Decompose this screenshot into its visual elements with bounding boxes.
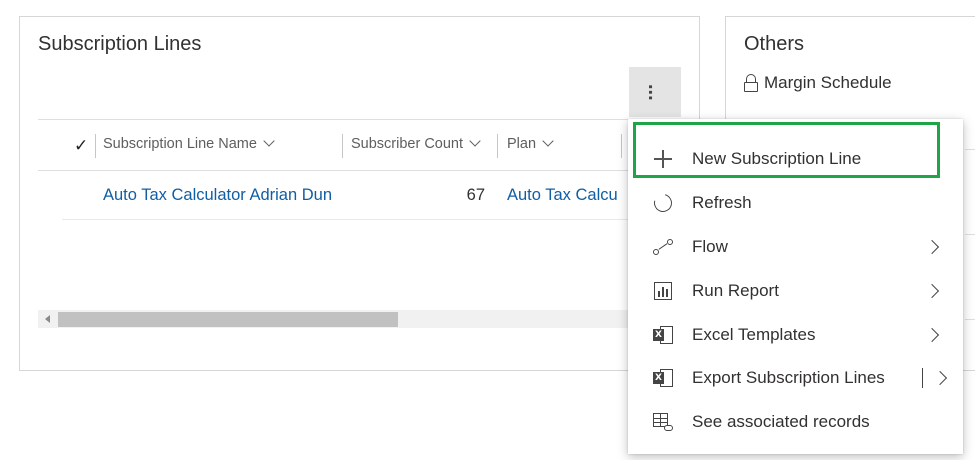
menu-item-label: Excel Templates xyxy=(692,325,816,344)
more-commands-button[interactable]: ... xyxy=(629,67,681,117)
plus-icon xyxy=(652,148,674,170)
subscriber-count-cell: 67 xyxy=(466,186,485,204)
report-icon xyxy=(652,280,674,302)
scroll-left-icon[interactable] xyxy=(45,315,50,323)
chevron-right-icon xyxy=(924,327,940,343)
excel-export-icon: X xyxy=(652,367,674,389)
menu-item-export-subscription-lines[interactable]: X Export Subscription Lines xyxy=(628,356,963,400)
menu-item-label: New Subscription Line xyxy=(692,149,862,168)
excel-icon: X xyxy=(652,324,674,346)
divider xyxy=(965,319,975,320)
panel-title: Others xyxy=(744,33,805,55)
chevron-right-icon xyxy=(924,239,940,255)
column-header-subscription-line-name[interactable]: Subscription Line Name xyxy=(103,135,275,152)
chevron-down-icon xyxy=(263,135,275,147)
plan-link[interactable]: Auto Tax Calcu xyxy=(507,186,622,205)
panel-title: Subscription Lines xyxy=(38,33,202,55)
horizontal-scrollbar[interactable] xyxy=(38,310,700,328)
chevron-down-icon xyxy=(469,135,481,147)
column-header-subscriber-count[interactable]: Subscriber Count xyxy=(351,135,481,152)
column-header-label: Subscription Line Name xyxy=(103,136,257,152)
menu-item-label: Run Report xyxy=(692,281,779,300)
divider xyxy=(965,149,975,150)
menu-item-refresh[interactable]: Refresh xyxy=(628,181,963,225)
menu-item-label: Export Subscription Lines xyxy=(692,368,885,387)
column-header-plan[interactable]: Plan xyxy=(507,135,554,152)
split-divider xyxy=(922,368,923,388)
column-divider xyxy=(342,134,343,158)
menu-item-label: See associated records xyxy=(692,412,870,431)
flow-icon xyxy=(652,236,674,258)
column-header-label: Subscriber Count xyxy=(351,136,464,152)
subscription-line-name-link[interactable]: Auto Tax Calculator Adrian Dun xyxy=(103,186,348,205)
menu-item-run-report[interactable]: Run Report xyxy=(628,269,963,313)
menu-item-excel-templates[interactable]: X Excel Templates xyxy=(628,313,963,357)
column-divider xyxy=(621,134,622,158)
column-divider xyxy=(497,134,498,158)
subscription-lines-panel: Subscription Lines ... ✓ Subscription Li… xyxy=(19,16,702,371)
table-row[interactable]: Auto Tax Calculator Adrian Dun 67 Auto T… xyxy=(62,173,702,220)
menu-item-label: Flow xyxy=(692,237,728,256)
menu-item-label: Refresh xyxy=(692,193,752,212)
chevron-down-icon xyxy=(542,135,554,147)
column-header-label: Plan xyxy=(507,136,537,152)
chevron-right-icon[interactable] xyxy=(932,370,948,386)
menu-item-flow[interactable]: Flow xyxy=(628,225,963,269)
other-item-label: Margin Schedule xyxy=(764,73,892,92)
menu-item-new-subscription-line[interactable]: New Subscription Line xyxy=(628,137,963,181)
column-divider xyxy=(95,134,96,158)
associated-records-icon xyxy=(652,411,674,433)
menu-item-see-associated-records[interactable]: See associated records xyxy=(628,400,963,444)
select-all-checkmark-icon[interactable]: ✓ xyxy=(74,136,88,156)
lock-icon xyxy=(744,74,758,92)
divider xyxy=(965,234,975,235)
more-commands-menu: New Subscription Line Refresh Flow Run R… xyxy=(628,119,963,454)
grid-header: ✓ Subscription Line Name Subscriber Coun… xyxy=(38,119,700,171)
margin-schedule-item[interactable]: Margin Schedule xyxy=(744,73,892,93)
chevron-right-icon xyxy=(924,283,940,299)
scrollbar-thumb[interactable] xyxy=(58,312,398,327)
refresh-icon xyxy=(650,190,676,216)
more-icon: ... xyxy=(644,83,666,101)
